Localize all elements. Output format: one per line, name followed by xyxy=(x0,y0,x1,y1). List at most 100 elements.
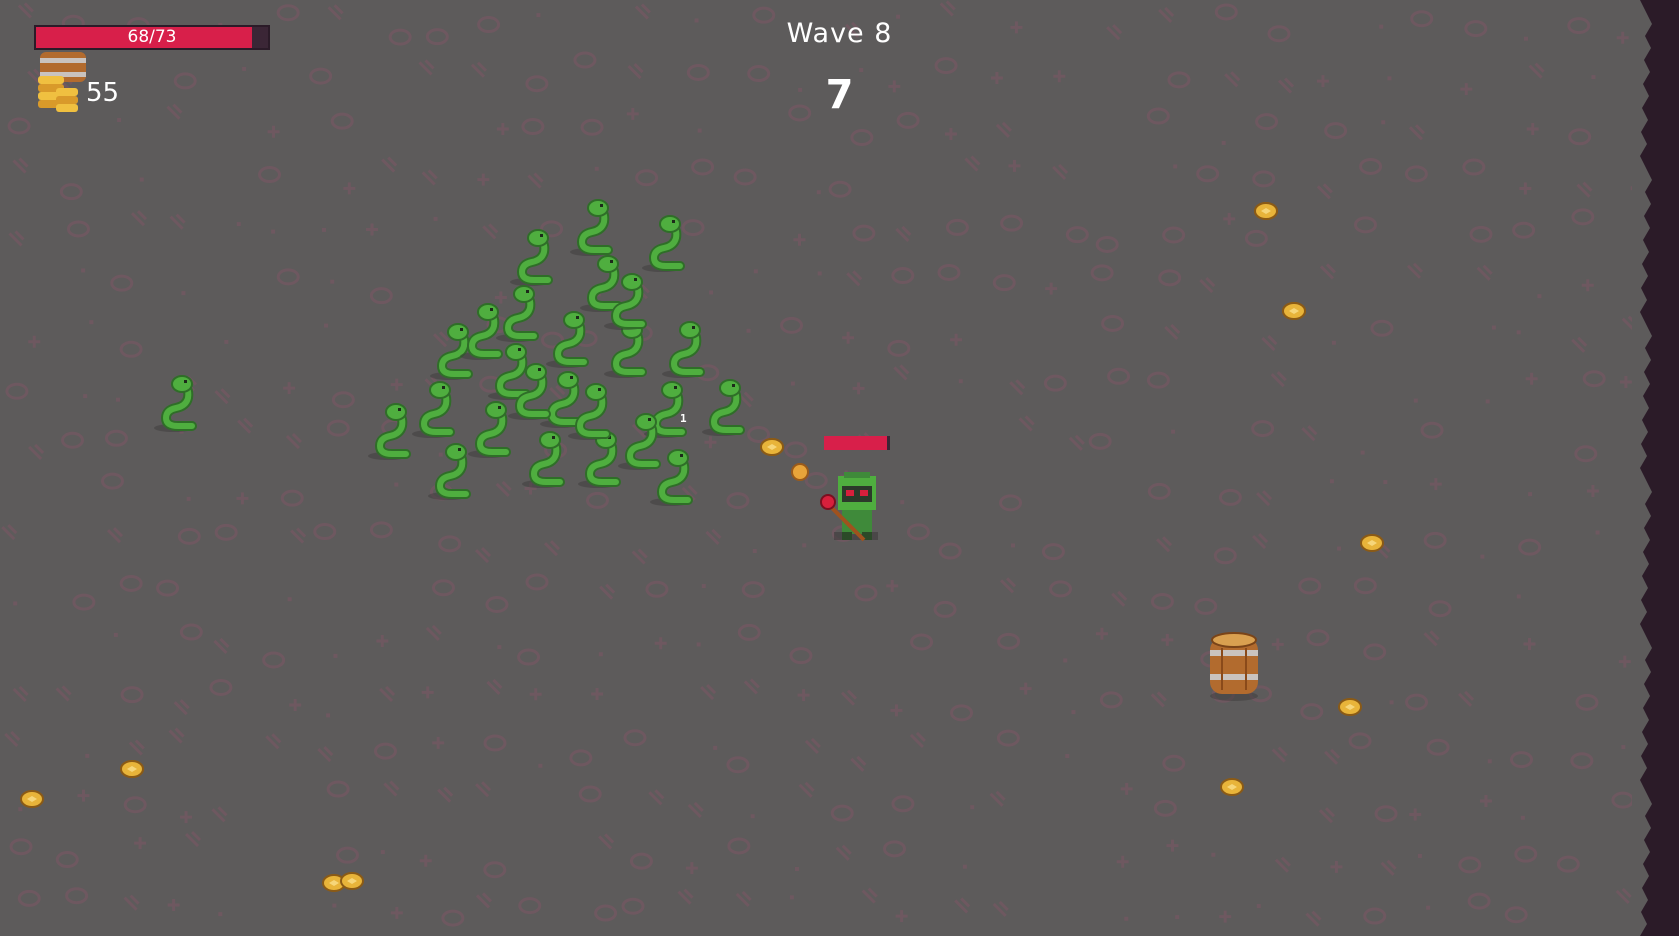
snake-enemy xyxy=(420,440,476,502)
floor-mark xyxy=(1380,859,1397,876)
floor-mark xyxy=(1423,531,1447,549)
floor-mark xyxy=(585,491,609,509)
gold-coin-icon[interactable] xyxy=(760,438,784,456)
floor-mark xyxy=(283,382,296,395)
floor-mark xyxy=(1196,165,1220,183)
floor-mark xyxy=(421,686,434,699)
floor-mark xyxy=(1520,815,1525,820)
floor-mark xyxy=(1251,420,1275,438)
floor-mark xyxy=(1479,794,1492,807)
floor-mark xyxy=(287,597,292,602)
floor-mark xyxy=(939,0,956,17)
floor-mark xyxy=(326,780,350,798)
floor-mark xyxy=(173,699,190,716)
floor-mark xyxy=(1214,3,1238,21)
floor-mark xyxy=(1381,120,1386,125)
floor-mark xyxy=(265,733,282,750)
floor-mark xyxy=(1504,906,1528,924)
gold-coin-icon[interactable] xyxy=(340,872,364,890)
floor-mark xyxy=(181,291,186,296)
floor-mark xyxy=(741,581,765,599)
floor-mark xyxy=(538,763,543,768)
snake-enemy xyxy=(360,400,416,462)
barrel-icon[interactable] xyxy=(1204,628,1264,702)
floor-mark xyxy=(623,729,647,747)
floor-mark xyxy=(997,632,1021,650)
floor-mark xyxy=(950,704,974,722)
gold-coin-icon[interactable] xyxy=(1254,202,1278,220)
floor-mark xyxy=(475,892,493,909)
floor-mark xyxy=(180,811,193,824)
floor-mark xyxy=(798,781,815,798)
floor-mark xyxy=(945,218,969,236)
floor-mark xyxy=(1462,158,1486,176)
floor-mark xyxy=(789,895,794,900)
floor-mark xyxy=(687,801,704,818)
floor-mark xyxy=(120,686,144,704)
floor-mark xyxy=(1164,323,1181,340)
floor-mark xyxy=(629,852,653,870)
floor-mark xyxy=(1615,887,1632,904)
floor-mark xyxy=(236,492,249,505)
floor-mark xyxy=(1330,860,1343,873)
floor-mark xyxy=(1063,658,1068,663)
gold-coin-icon[interactable] xyxy=(1338,698,1362,716)
floor-mark xyxy=(1389,700,1394,705)
floor-mark xyxy=(1099,691,1123,709)
floor-mark xyxy=(1619,375,1632,388)
floor-mark xyxy=(594,904,618,922)
floor-mark xyxy=(804,737,821,754)
floor-mark xyxy=(1514,845,1538,863)
floor-mark xyxy=(419,854,432,867)
floor-mark xyxy=(83,394,88,399)
floor-mark xyxy=(369,287,393,305)
gold-coin-icon[interactable] xyxy=(1220,778,1244,796)
floor-mark xyxy=(483,734,507,752)
floor-mark xyxy=(1374,805,1398,823)
floor-mark xyxy=(1147,482,1171,500)
floor-mark xyxy=(326,713,331,718)
gold-coin-icon[interactable] xyxy=(1360,534,1384,552)
floor-mark xyxy=(8,230,25,247)
gold-coin-icon[interactable] xyxy=(120,760,144,778)
floor-mark xyxy=(992,274,1016,292)
floor-mark xyxy=(594,166,599,171)
floor-mark xyxy=(962,864,967,869)
floor-mark xyxy=(727,837,751,855)
floor-mark xyxy=(179,623,203,641)
floor-mark xyxy=(1319,263,1337,280)
floor-mark xyxy=(735,890,752,907)
floor-mark xyxy=(1199,277,1216,294)
floor-mark xyxy=(169,213,186,230)
floor-mark xyxy=(77,789,90,802)
floor-mark xyxy=(1621,315,1632,331)
floor-mark xyxy=(1467,892,1491,910)
floor-mark xyxy=(1008,159,1021,172)
floor-mark xyxy=(750,814,755,819)
floor-mark xyxy=(1331,340,1336,345)
floor-mark xyxy=(934,57,958,75)
gold-coin-icon[interactable] xyxy=(20,790,44,808)
floor-mark xyxy=(119,340,143,358)
floor-mark xyxy=(483,861,507,879)
floor-mark xyxy=(237,417,254,434)
floor-mark xyxy=(474,547,492,564)
floor-mark xyxy=(789,647,813,665)
snake-enemy xyxy=(634,212,690,274)
floor-mark xyxy=(784,441,808,459)
floor-mark xyxy=(1213,547,1237,565)
floor-mark xyxy=(599,583,616,600)
floor-mark xyxy=(893,364,910,381)
floor-mark xyxy=(631,548,648,565)
floor-mark xyxy=(123,894,140,911)
floor-mark xyxy=(276,268,300,286)
floor-mark xyxy=(828,180,852,198)
floor-mark xyxy=(1124,916,1129,921)
floor-mark xyxy=(737,623,761,641)
floor-mark xyxy=(497,645,502,650)
game-arena[interactable]: 1 68/73 55 Wave 8 7 xyxy=(0,0,1679,936)
floor-mark xyxy=(61,431,85,449)
gold-coin-icon[interactable] xyxy=(1282,302,1306,320)
floor-mark xyxy=(322,227,327,232)
floor-mark xyxy=(1353,216,1377,234)
